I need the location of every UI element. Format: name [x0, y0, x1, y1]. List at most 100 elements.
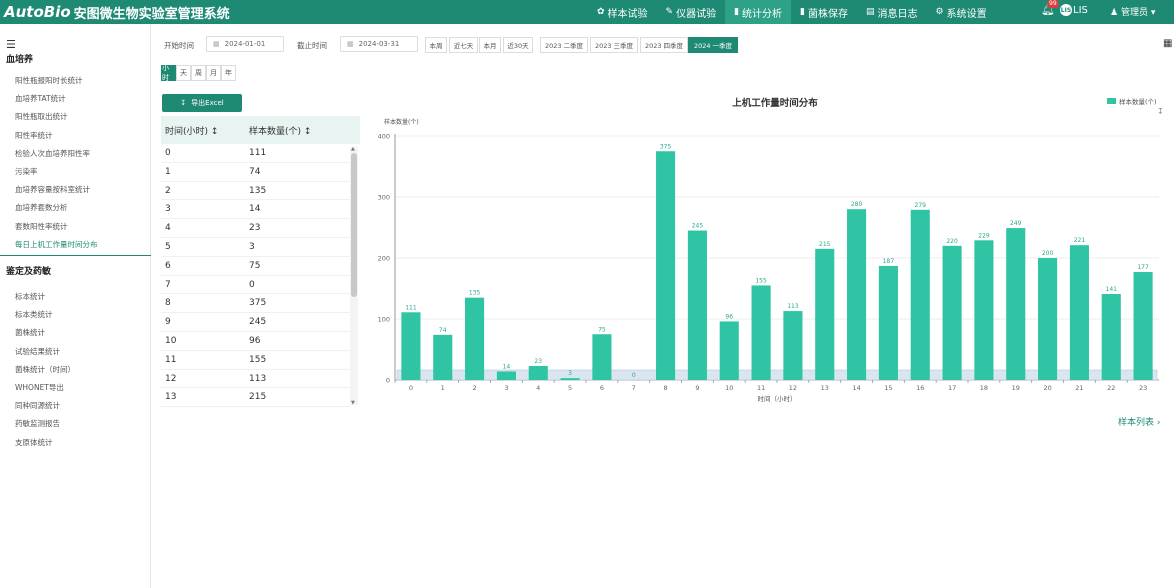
bar — [1133, 272, 1153, 380]
hour-cell: 4 — [165, 223, 171, 234]
column-header-count[interactable]: 样本数量(个) ↕ — [249, 124, 311, 137]
quick-range-button[interactable]: 2023 二季度 — [540, 37, 588, 53]
table-row[interactable]: 1 74 — [161, 163, 351, 182]
count-cell: 245 — [249, 317, 267, 328]
table-row[interactable]: 53 — [161, 238, 351, 257]
sidebar-group-blood-culture[interactable]: 血培养 — [6, 52, 33, 65]
table-row[interactable]: 11 155 — [161, 351, 351, 370]
brand-name: AutoBio — [4, 3, 71, 21]
lis-label: LIS — [1073, 4, 1088, 16]
lis-button[interactable]: LIS LIS — [1060, 4, 1088, 16]
sidebar-item[interactable]: WHONET导出 — [15, 382, 64, 393]
nav-strain-storage[interactable]: ▮ 菌株保存 — [791, 0, 857, 24]
count-cell: 74 — [249, 166, 261, 177]
nav-statistics[interactable]: ▮ 统计分析 — [725, 0, 792, 24]
count-cell: 111 — [249, 148, 267, 158]
quick-range-button[interactable]: 2023 三季度 — [590, 37, 638, 53]
sidebar-item[interactable]: 菌株统计 — [15, 327, 45, 338]
quick-range-button[interactable]: 本月 — [479, 37, 501, 53]
sidebar-item[interactable]: 菌株统计（时间） — [15, 364, 75, 375]
sidebar-item[interactable]: 标本统计 — [15, 291, 45, 302]
data-label: 111 — [405, 304, 417, 311]
quick-range-button[interactable]: 本周 — [425, 37, 447, 53]
x-tick-label: 23 — [1139, 384, 1147, 392]
sidebar-item[interactable]: 污染率 — [15, 166, 38, 177]
sidebar-item[interactable]: 套数阳性率统计 — [15, 221, 68, 232]
user-menu[interactable]: ♟ 管理员 ▾ — [1110, 5, 1155, 18]
count-cell: 155 — [249, 354, 267, 365]
bar — [878, 265, 898, 380]
scroll-down-icon[interactable]: ▼ — [351, 400, 355, 406]
sidebar-item[interactable]: 同种同源统计 — [15, 400, 60, 411]
menu-toggle-icon[interactable]: ☰ — [6, 38, 16, 51]
sidebar-item[interactable]: 血培养容量按科室统计 — [15, 184, 90, 195]
sort-icon[interactable]: ↕ — [304, 127, 312, 137]
bell-icon[interactable]: 🔔︎ 99 — [1041, 0, 1059, 16]
scrollbar-thumb[interactable] — [351, 153, 357, 297]
x-tick-label: 1 — [441, 384, 445, 392]
sidebar-item[interactable]: 血培养套数分析 — [15, 202, 68, 213]
start-date-input[interactable]: ▦ 2024-01-01 — [206, 36, 284, 52]
quick-range-button[interactable]: 近30天 — [503, 37, 533, 53]
nav-system-settings[interactable]: ⚙ 系统设置 — [927, 0, 996, 24]
chart-legend[interactable]: 样本数量(个) — [1107, 96, 1157, 106]
table-row[interactable]: 2 135 — [161, 182, 351, 201]
nav-label: 统计分析 — [742, 8, 783, 20]
sidebar-item[interactable]: 阳性瓶取出统计 — [15, 111, 68, 122]
table-row[interactable]: 13 215 — [161, 388, 351, 408]
sort-icon[interactable]: ↕ — [211, 127, 219, 137]
hour-cell: 1 — [165, 166, 171, 177]
x-tick-label: 4 — [536, 384, 540, 392]
end-date-input[interactable]: ▦ 2024-03-31 — [340, 36, 418, 52]
sidebar-item[interactable]: 支原体统计 — [15, 437, 53, 448]
table-row[interactable]: 12 113 — [161, 370, 351, 389]
sidebar-item[interactable]: 阳性瓶报阳时长统计 — [15, 75, 83, 86]
quick-range-button[interactable]: 2024 一季度 — [688, 37, 738, 53]
sidebar-item[interactable]: 每日上机工作量时间分布 — [15, 239, 98, 250]
gear-icon: ⚙ — [935, 7, 944, 17]
table-row[interactable]: 10 96 — [161, 332, 351, 351]
app-logo[interactable]: AutoBio 安图微生物实验室管理系统 — [0, 0, 230, 24]
table-row[interactable]: 6 75 — [161, 257, 351, 276]
scroll-up-icon[interactable]: ▲ — [351, 146, 355, 152]
sidebar-item[interactable]: 药敏监测报告 — [15, 418, 60, 429]
table-row[interactable]: 0 111 — [161, 144, 351, 163]
sidebar-item[interactable]: 阳性率统计 — [15, 130, 53, 141]
granularity-tab[interactable]: 周 — [191, 65, 206, 81]
column-header-hour[interactable]: 时间(小时) ↕ — [165, 124, 218, 137]
sidebar-item[interactable]: 试验结果统计 — [15, 346, 60, 357]
table-row[interactable]: 3 14 — [161, 200, 351, 220]
granularity-tab[interactable]: 天 — [176, 65, 191, 81]
table-row[interactable]: 8 375 — [161, 294, 351, 314]
table-row[interactable]: 70 — [161, 276, 351, 295]
bar — [751, 285, 771, 380]
bar — [496, 371, 516, 380]
nav-instrument-test[interactable]: ✎ 仪器试验 — [657, 0, 726, 24]
x-tick-label: 5 — [568, 384, 572, 392]
table-row[interactable]: 4 23 — [161, 219, 351, 238]
quick-range-button[interactable]: 2023 四季度 — [640, 37, 688, 53]
quick-range-button[interactable]: 近七天 — [449, 37, 478, 53]
nav-message-log[interactable]: ▤ 消息日志 — [857, 0, 927, 24]
sidebar-item[interactable]: 标本类统计 — [15, 309, 53, 320]
granularity-tab[interactable]: 年 — [221, 65, 236, 81]
count-cell: 23 — [249, 223, 261, 234]
sidebar-item[interactable]: 检验人次血培养阳性率 — [15, 148, 90, 159]
y-tick-label: 200 — [378, 255, 390, 263]
sidebar-item[interactable]: 血培养TAT统计 — [15, 93, 66, 104]
data-label: 23 — [534, 358, 542, 365]
x-tick-label: 7 — [632, 384, 636, 392]
export-excel-button[interactable]: ↧ 导出Excel — [162, 94, 242, 112]
table-row[interactable]: 9 245 — [161, 313, 351, 332]
nav-sample-test[interactable]: ✿ 样本试验 — [588, 0, 657, 24]
grid-view-icon[interactable]: ▦ — [1163, 38, 1172, 49]
table-scrollbar[interactable]: ▲ ▼ — [350, 146, 358, 406]
bar — [401, 312, 421, 380]
x-tick-label: 18 — [980, 384, 988, 392]
sidebar-group-identification[interactable]: 鉴定及药敏 — [6, 264, 51, 277]
granularity-tab[interactable]: 小时 — [161, 64, 176, 82]
sample-list-link[interactable]: 样本列表 › — [1118, 415, 1160, 428]
granularity-tab[interactable]: 月 — [206, 65, 221, 81]
y-axis-title: 样本数量(个) — [384, 118, 419, 126]
bar — [687, 230, 707, 380]
